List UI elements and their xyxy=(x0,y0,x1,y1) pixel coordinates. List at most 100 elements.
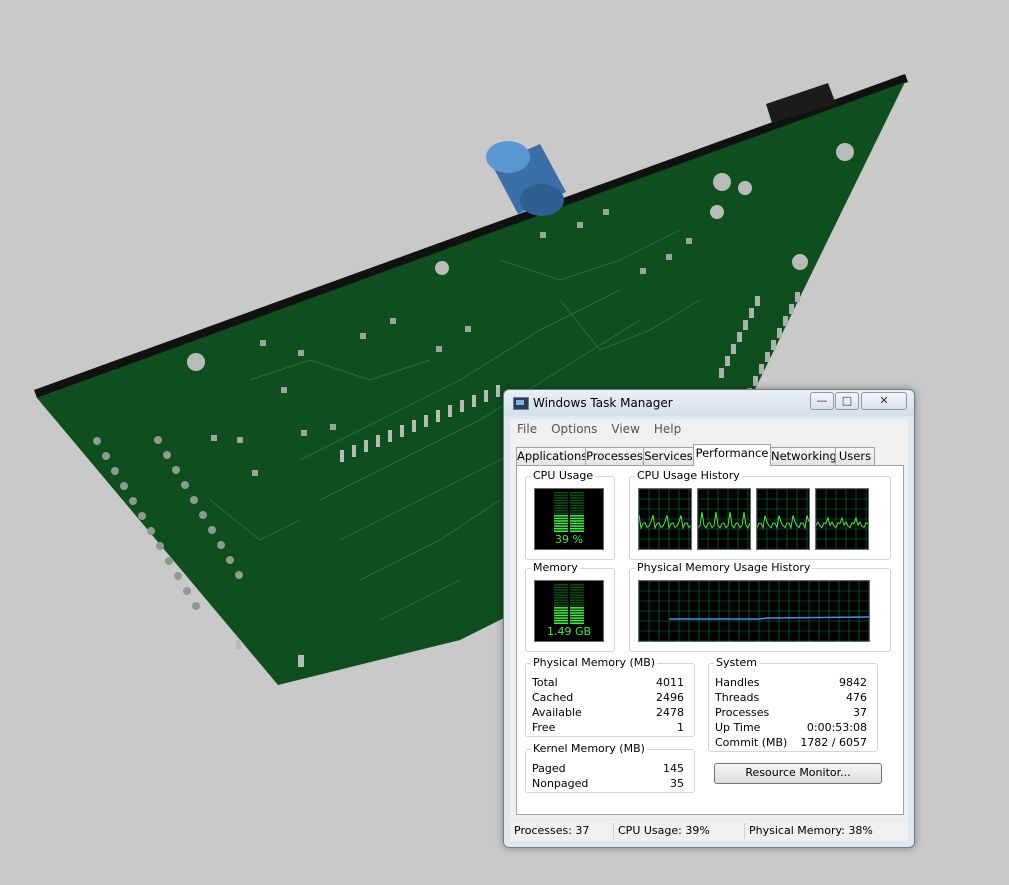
maximize-button[interactable]: □ xyxy=(835,392,859,410)
cpu-history-core-4-graph xyxy=(816,489,868,549)
sys-row-commit: Commit (MB) 1782 / 6057 xyxy=(715,736,867,751)
memory-meter-segment xyxy=(554,604,568,607)
memory-meter-segment xyxy=(570,604,584,607)
memory-history-chart xyxy=(639,581,869,641)
km-nonpaged-label: Nonpaged xyxy=(532,777,589,790)
memory-meter-segment xyxy=(554,601,568,604)
memory-meter-segment xyxy=(570,599,584,601)
menu-view[interactable]: View xyxy=(604,419,646,436)
cpu-meter-segment xyxy=(554,530,568,532)
pm-total-label: Total xyxy=(532,676,558,689)
memory-meter-segment xyxy=(570,584,584,586)
memory-meter-segment xyxy=(554,619,568,622)
menu-file[interactable]: File xyxy=(510,419,544,436)
pm-available-value: 2478 xyxy=(656,706,684,719)
km-row-paged: Paged 145 xyxy=(532,762,684,777)
memory-value: 1.49 GB xyxy=(546,625,592,638)
sys-handles-label: Handles xyxy=(715,676,760,689)
km-paged-value: 145 xyxy=(663,762,684,775)
menu-help[interactable]: Help xyxy=(647,419,688,436)
memory-meter-segment xyxy=(570,586,584,589)
cpu-meter-segment xyxy=(570,520,584,522)
memory-meter-segment xyxy=(554,614,568,617)
cpu-history-trace xyxy=(698,511,750,529)
km-row-nonpaged: Nonpaged 35 xyxy=(532,777,684,792)
memory-meter-segment xyxy=(570,622,584,624)
system-table: Handles 9842 Threads 476 Processes 37 Up Ti… xyxy=(715,676,867,751)
memory-meter: 1.49 GB xyxy=(534,580,604,642)
status-physical-memory: Physical Memory: 38% xyxy=(744,823,899,839)
pm-row-available: Available 2478 xyxy=(532,706,684,721)
cpu-meter-segment xyxy=(570,492,584,494)
pm-row-free: Free 1 xyxy=(532,721,684,736)
tab-applications[interactable]: Applications xyxy=(516,447,587,465)
resource-monitor-button[interactable]: Resource Monitor... xyxy=(714,763,882,784)
client-area: Applications Processes Services Performa… xyxy=(510,439,908,819)
cpu-meter-segment xyxy=(570,530,584,532)
memory-label: Memory xyxy=(531,561,580,574)
cpu-meter-segment xyxy=(554,492,568,494)
cpu-meter-segment xyxy=(570,507,584,509)
cpu-meter-segment xyxy=(570,515,584,517)
cpu-usage-label: CPU Usage xyxy=(531,469,596,482)
pm-row-cached: Cached 2496 xyxy=(532,691,684,706)
system-label: System xyxy=(714,656,760,669)
pm-row-total: Total 4011 xyxy=(532,676,684,691)
kernel-memory-label: Kernel Memory (MB) xyxy=(531,742,647,755)
memory-meter-segment xyxy=(554,607,568,609)
minimize-button[interactable]: — xyxy=(810,392,834,410)
memory-history-label: Physical Memory Usage History xyxy=(635,561,813,574)
cpu-meter-segment xyxy=(554,512,568,515)
memory-meter-segment xyxy=(554,617,568,619)
pm-cached-label: Cached xyxy=(532,691,574,704)
memory-meter-segment xyxy=(570,607,584,609)
memory-meter-segment xyxy=(570,614,584,617)
cpu-meter-segment xyxy=(554,502,568,504)
cpu-meter-segment xyxy=(570,502,584,504)
tab-services[interactable]: Services xyxy=(643,447,694,465)
sys-uptime-value: 0:00:53:08 xyxy=(806,721,867,734)
cpu-meter-segment xyxy=(570,522,584,525)
memory-meter-segment xyxy=(570,591,584,594)
physical-memory-group: Physical Memory (MB) Total 4011 Cached 249… xyxy=(525,656,695,737)
title-bar[interactable]: Windows Task Manager — □ ✕ xyxy=(504,390,914,416)
cpu-meter-segment xyxy=(554,520,568,522)
task-manager-icon xyxy=(513,397,529,410)
cpu-history-group: CPU Usage History xyxy=(629,469,891,560)
cpu-meter-segment xyxy=(554,507,568,509)
cpu-history-core-2-graph xyxy=(698,489,750,549)
tab-performance[interactable]: Performance xyxy=(693,444,771,466)
km-paged-label: Paged xyxy=(532,762,566,775)
memory-meter-segment xyxy=(554,599,568,601)
tab-processes[interactable]: Processes xyxy=(585,447,644,465)
sys-threads-value: 476 xyxy=(846,691,867,704)
cpu-history-core-4 xyxy=(815,488,869,550)
status-bar: Processes: 37 CPU Usage: 39% Physical Me… xyxy=(510,820,908,841)
close-button[interactable]: ✕ xyxy=(861,392,907,410)
cpu-history-core-1-graph xyxy=(639,489,691,549)
memory-meter-segment xyxy=(570,612,584,614)
memory-group: Memory 1.49 GB xyxy=(525,561,615,652)
cpu-meter-segment xyxy=(554,497,568,499)
sys-row-threads: Threads 476 xyxy=(715,691,867,706)
task-manager-window[interactable]: Windows Task Manager — □ ✕ File Options Vi… xyxy=(503,389,915,848)
memory-meter-segment xyxy=(554,622,568,624)
pm-available-label: Available xyxy=(532,706,582,719)
menu-options[interactable]: Options xyxy=(544,419,604,436)
status-cpu-usage: CPU Usage: 39% xyxy=(613,823,742,839)
cpu-meter-segment xyxy=(554,517,568,520)
memory-meter-segment xyxy=(554,589,568,591)
tab-networking[interactable]: Networking xyxy=(770,447,837,465)
cpu-usage-group: CPU Usage 39 % xyxy=(525,469,615,560)
cpu-history-core-2 xyxy=(697,488,751,550)
sys-handles-value: 9842 xyxy=(839,676,867,689)
cpu-usage-value: 39 % xyxy=(555,533,583,546)
pm-total-value: 4011 xyxy=(656,676,684,689)
capacitor xyxy=(486,141,566,216)
memory-meter-segment xyxy=(554,591,568,594)
sys-threads-label: Threads xyxy=(715,691,760,704)
memory-meter-segment xyxy=(570,619,584,622)
cpu-meter-segment xyxy=(570,504,584,507)
tab-users[interactable]: Users xyxy=(835,447,875,465)
memory-history-group: Physical Memory Usage History xyxy=(629,561,891,652)
